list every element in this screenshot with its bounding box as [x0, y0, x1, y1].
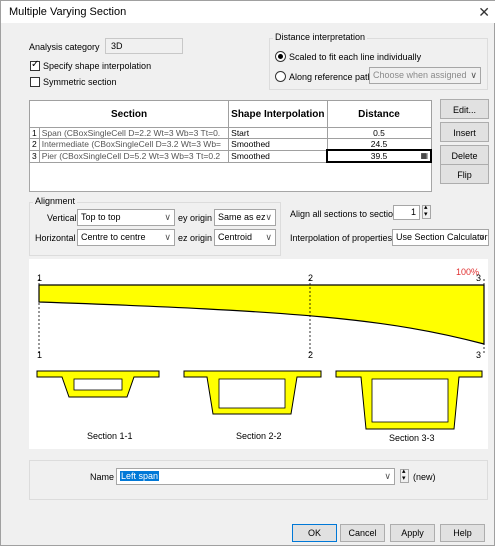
- specify-shape-label: Specify shape interpolation: [43, 61, 152, 71]
- marker-top-2: 2: [308, 273, 314, 283]
- shape-cell[interactable]: Smoothed: [228, 149, 328, 163]
- table-row[interactable]: 1 Span (CBoxSingleCell D=2.2 Wt=3 Wb=3 T…: [29, 127, 432, 139]
- marker-top-3: 3: [476, 273, 482, 283]
- apply-button[interactable]: Apply: [390, 524, 435, 542]
- help-button[interactable]: Help: [440, 524, 485, 542]
- distance-interpretation-title: Distance interpretation: [273, 32, 368, 42]
- sections-table: Section Shape Interpolation Distance 1 S…: [28, 100, 432, 163]
- along-reference-radio[interactable]: [275, 71, 286, 82]
- preview-drawing: [36, 279, 485, 430]
- insert-button[interactable]: Insert: [440, 122, 489, 142]
- shape-column-header: Shape Interpolation: [228, 100, 328, 128]
- vertical-label: Vertical: [47, 213, 77, 223]
- marker-bottom-2: 2: [308, 350, 314, 360]
- ez-origin-dropdown[interactable]: Centroid: [214, 229, 276, 246]
- section-2-2-shape: [183, 370, 322, 415]
- row-index: 3: [29, 149, 40, 163]
- distance-cell[interactable]: 0.5: [326, 127, 432, 139]
- horizontal-label: Horizontal: [35, 233, 76, 243]
- section-cell[interactable]: Pier (CBoxSingleCell D=5.2 Wt=3 Wb=3 Tt=…: [38, 149, 230, 163]
- distance-cell[interactable]: 24.5: [326, 138, 432, 151]
- marker-bottom-3: 3: [476, 350, 482, 360]
- calculator-icon[interactable]: ▦: [420, 152, 428, 160]
- analysis-category-value: 3D: [105, 38, 183, 54]
- section-1-1-label: Section 1-1: [87, 431, 133, 441]
- table-row[interactable]: 2 Intermediate (CBoxSingleCell D=3.2 Wt=…: [29, 138, 432, 151]
- align-all-input[interactable]: 1: [393, 205, 420, 220]
- row-index: 2: [29, 138, 40, 151]
- marker-bottom-1: 1: [37, 350, 43, 360]
- specify-shape-checkbox[interactable]: [30, 59, 40, 71]
- section-1-1-shape: [36, 370, 160, 398]
- symmetric-section-label: Symmetric section: [43, 77, 117, 87]
- ey-origin-label: ey origin: [178, 213, 213, 223]
- shape-cell[interactable]: Start: [228, 127, 328, 139]
- name-status: (new): [413, 472, 436, 482]
- reference-path-dropdown[interactable]: Choose when assigned: [369, 67, 481, 84]
- girder-elevation: [38, 284, 485, 345]
- distance-column-header: Distance: [326, 100, 432, 128]
- name-spinner[interactable]: [400, 467, 409, 483]
- distance-cell-active[interactable]: 39.5 ▦: [326, 149, 432, 163]
- interp-properties-label: Interpolation of properties: [290, 233, 393, 243]
- section-3-3-label: Section 3-3: [389, 433, 435, 443]
- table-row[interactable]: 3 Pier (CBoxSingleCell D=5.2 Wt=3 Wb=3 T…: [29, 149, 432, 163]
- row-index: 1: [29, 127, 40, 139]
- shape-cell[interactable]: Smoothed: [228, 138, 328, 151]
- name-label: Name: [90, 472, 115, 482]
- scaled-radio[interactable]: [275, 51, 286, 62]
- analysis-category-label: Analysis category: [29, 42, 100, 52]
- ok-button[interactable]: OK: [292, 524, 337, 542]
- interp-properties-dropdown[interactable]: Use Section Calculator: [392, 229, 489, 246]
- cancel-button[interactable]: Cancel: [340, 524, 385, 542]
- window-title: Multiple Varying Section: [9, 6, 127, 18]
- dialog: Multiple Varying Section ✕ Analysis cate…: [0, 0, 495, 546]
- edit-button[interactable]: Edit...: [440, 99, 489, 119]
- close-icon[interactable]: ✕: [478, 4, 490, 21]
- vertical-dropdown[interactable]: Top to top: [77, 209, 175, 226]
- ey-origin-dropdown[interactable]: Same as ez: [214, 209, 276, 226]
- scaled-label: Scaled to fit each line individually: [289, 52, 422, 62]
- title-bar: Multiple Varying Section ✕: [1, 1, 495, 23]
- flip-button[interactable]: Flip: [440, 164, 489, 184]
- align-all-label: Align all sections to section: [290, 209, 399, 219]
- align-all-spinner[interactable]: [422, 203, 431, 219]
- along-reference-label: Along reference path: [289, 72, 373, 82]
- section-cell[interactable]: Intermediate (CBoxSingleCell D=3.2 Wt=3 …: [38, 138, 230, 151]
- symmetric-section-checkbox[interactable]: [30, 77, 40, 87]
- delete-button[interactable]: Delete: [440, 145, 489, 165]
- section-2-2-label: Section 2-2: [236, 431, 282, 441]
- marker-top-1: 1: [37, 273, 43, 283]
- ez-origin-label: ez origin: [178, 233, 213, 243]
- section-column-header: Section: [28, 100, 230, 128]
- section-3-3-shape: [335, 370, 483, 430]
- preview-panel: 100% 1 2 3 1 2 3 Section 1-1 Section 2-2…: [29, 259, 488, 449]
- horizontal-dropdown[interactable]: Centre to centre: [77, 229, 175, 246]
- alignment-title: Alignment: [33, 196, 78, 206]
- name-input[interactable]: Left span: [116, 468, 395, 485]
- section-cell[interactable]: Span (CBoxSingleCell D=2.2 Wt=3 Wb=3 Tt=…: [38, 127, 230, 139]
